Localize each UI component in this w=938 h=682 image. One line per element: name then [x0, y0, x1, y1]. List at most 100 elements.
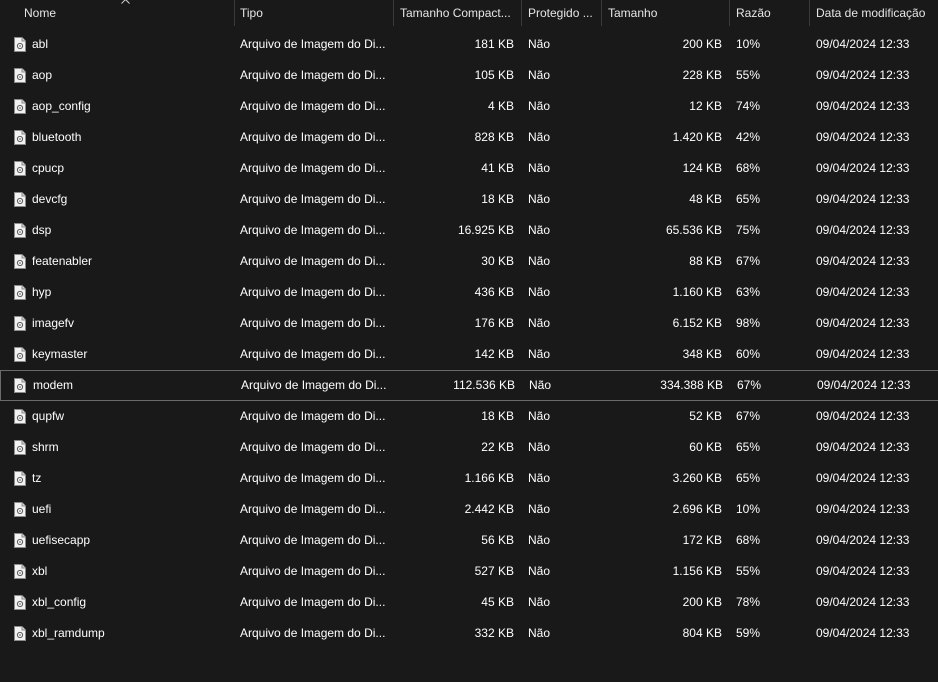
file-row[interactable]: abl Arquivo de Imagem do Di... 181 KB Não 20…: [0, 29, 938, 60]
file-name: tz: [32, 471, 42, 485]
file-row[interactable]: featenabler Arquivo de Imagem do Di... 30 …: [0, 246, 938, 277]
file-size: 200 KB: [682, 37, 722, 51]
file-row[interactable]: imagefv Arquivo de Imagem do Di... 176 KB N…: [0, 308, 938, 339]
file-image-icon: [14, 37, 26, 52]
column-header-modified[interactable]: Data de modificação: [816, 0, 936, 26]
file-ratio: 65%: [736, 471, 761, 485]
file-protected: Não: [528, 130, 551, 144]
file-protected: Não: [528, 564, 551, 578]
file-protected: Não: [528, 285, 551, 299]
file-row[interactable]: modem Arquivo de Imagem do Di... 112.536 K…: [0, 370, 938, 401]
file-image-icon: [14, 223, 26, 238]
file-compressed-size: 18 KB: [481, 192, 514, 206]
file-ratio: 10%: [736, 37, 761, 51]
file-type: Arquivo de Imagem do Di...: [240, 533, 386, 547]
file-name: hyp: [32, 285, 52, 299]
file-size: 1.156 KB: [672, 564, 722, 578]
file-type: Arquivo de Imagem do Di...: [240, 316, 386, 330]
file-size: 200 KB: [682, 595, 722, 609]
file-protected: Não: [528, 161, 551, 175]
file-compressed-size: 4 KB: [487, 99, 514, 113]
file-image-icon: [14, 161, 26, 176]
file-row[interactable]: tz Arquivo de Imagem do Di... 1.166 KB Não 3…: [0, 463, 938, 494]
file-name: aop_config: [32, 99, 91, 113]
column-header-type[interactable]: Tipo: [240, 0, 390, 26]
file-size: 2.696 KB: [672, 502, 722, 516]
file-row[interactable]: xbl_ramdump Arquivo de Imagem do Di... 332…: [0, 618, 938, 649]
file-compressed-size: 45 KB: [481, 595, 514, 609]
file-size: 804 KB: [682, 626, 722, 640]
column-divider[interactable]: [393, 0, 394, 26]
file-row[interactable]: cpucp Arquivo de Imagem do Di... 41 KB Não 1…: [0, 153, 938, 184]
file-row[interactable]: keymaster Arquivo de Imagem do Di... 142 K…: [0, 339, 938, 370]
file-row[interactable]: dsp Arquivo de Imagem do Di... 16.925 KB Nã…: [0, 215, 938, 246]
file-row[interactable]: aop Arquivo de Imagem do Di... 105 KB Não 22…: [0, 60, 938, 91]
file-image-icon: [14, 99, 26, 114]
file-compressed-size: 30 KB: [481, 254, 514, 268]
file-modified: 09/04/2024 12:33: [816, 254, 910, 268]
file-modified: 09/04/2024 12:33: [816, 564, 910, 578]
file-type: Arquivo de Imagem do Di...: [240, 564, 386, 578]
file-size: 3.260 KB: [672, 471, 722, 485]
file-row[interactable]: hyp Arquivo de Imagem do Di... 436 KB Não 1.…: [0, 277, 938, 308]
file-image-icon: [14, 254, 26, 269]
file-row[interactable]: uefi Arquivo de Imagem do Di... 2.442 KB Nã…: [0, 494, 938, 525]
file-protected: Não: [528, 254, 551, 268]
column-divider[interactable]: [234, 0, 235, 26]
column-header-compressed-size[interactable]: Tamanho Compact...: [400, 0, 518, 26]
file-compressed-size: 176 KB: [474, 316, 514, 330]
file-modified: 09/04/2024 12:33: [816, 533, 910, 547]
file-image-icon: [14, 595, 26, 610]
file-row[interactable]: aop_config Arquivo de Imagem do Di... 4 KB…: [0, 91, 938, 122]
file-type: Arquivo de Imagem do Di...: [240, 99, 386, 113]
file-image-icon: [14, 564, 26, 579]
file-ratio: 67%: [736, 254, 761, 268]
file-protected: Não: [529, 378, 552, 392]
file-modified: 09/04/2024 12:33: [816, 409, 910, 423]
file-row[interactable]: qupfw Arquivo de Imagem do Di... 18 KB Não 5…: [0, 401, 938, 432]
file-protected: Não: [528, 471, 551, 485]
file-size: 348 KB: [682, 347, 722, 361]
file-image-icon: [14, 533, 26, 548]
file-image-icon: [14, 316, 26, 331]
column-header-ratio[interactable]: Razão: [736, 0, 806, 26]
file-protected: Não: [528, 533, 551, 547]
file-size: 334.388 KB: [660, 378, 723, 392]
file-size: 6.152 KB: [672, 316, 722, 330]
file-modified: 09/04/2024 12:33: [816, 192, 910, 206]
file-modified: 09/04/2024 12:33: [816, 99, 910, 113]
file-name: uefisecapp: [32, 533, 91, 547]
file-compressed-size: 436 KB: [474, 285, 514, 299]
file-type: Arquivo de Imagem do Di...: [240, 440, 386, 454]
file-ratio: 74%: [736, 99, 761, 113]
file-modified: 09/04/2024 12:33: [816, 285, 910, 299]
file-row[interactable]: xbl Arquivo de Imagem do Di... 527 KB Não 1.…: [0, 556, 938, 587]
file-ratio: 78%: [736, 595, 761, 609]
column-divider[interactable]: [601, 0, 602, 26]
file-type: Arquivo de Imagem do Di...: [240, 68, 386, 82]
file-size: 228 KB: [682, 68, 722, 82]
column-header-protected[interactable]: Protegido ...: [528, 0, 598, 26]
file-modified: 09/04/2024 12:33: [816, 502, 910, 516]
file-row[interactable]: uefisecapp Arquivo de Imagem do Di... 56 K…: [0, 525, 938, 556]
file-size: 88 KB: [689, 254, 722, 268]
file-compressed-size: 2.442 KB: [464, 502, 514, 516]
file-protected: Não: [528, 192, 551, 206]
column-divider[interactable]: [729, 0, 730, 26]
file-ratio: 55%: [736, 68, 761, 82]
file-compressed-size: 18 KB: [481, 409, 514, 423]
column-divider[interactable]: [521, 0, 522, 26]
file-row[interactable]: devcfg Arquivo de Imagem do Di... 18 KB Não…: [0, 184, 938, 215]
column-header-size[interactable]: Tamanho: [608, 0, 726, 26]
file-modified: 09/04/2024 12:33: [816, 347, 910, 361]
column-header-name[interactable]: Nome: [24, 0, 229, 26]
column-divider[interactable]: [809, 0, 810, 26]
file-compressed-size: 1.166 KB: [464, 471, 514, 485]
file-size: 48 KB: [689, 192, 722, 206]
file-row[interactable]: shrm Arquivo de Imagem do Di... 22 KB Não 60…: [0, 432, 938, 463]
file-name: bluetooth: [32, 130, 82, 144]
file-row[interactable]: xbl_config Arquivo de Imagem do Di... 45 K…: [0, 587, 938, 618]
file-protected: Não: [528, 626, 551, 640]
file-row[interactable]: bluetooth Arquivo de Imagem do Di... 828 K…: [0, 122, 938, 153]
file-name: uefi: [32, 502, 52, 516]
